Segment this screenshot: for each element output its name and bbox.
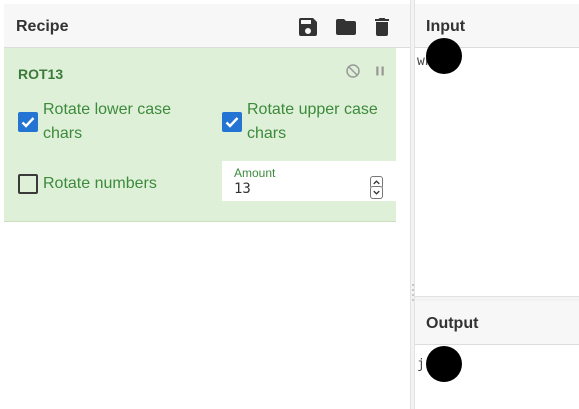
rot13-operation: ROT13 Rotate lower case chars Rotate upp… [4,48,396,222]
rotate-numbers-checkbox[interactable] [18,174,38,194]
save-icon[interactable] [296,15,320,39]
rotate-numbers-label: Rotate numbers [43,175,157,192]
output-header: Output [415,301,579,345]
amount-input[interactable] [234,179,364,199]
output-title: Output [426,315,479,332]
splitter-grip [412,299,414,301]
rotate-lower-label: Rotate lower case chars [43,101,172,142]
splitter-grip [412,284,414,286]
operation-name: ROT13 [18,66,64,82]
amount-label: Amount [234,166,276,180]
recipe-title: Recipe [16,18,69,35]
input-title: Input [426,18,466,35]
rotate-lower-checkbox[interactable] [18,112,38,132]
redaction-mark [426,38,462,74]
amount-field: Amount [222,161,396,201]
trash-icon[interactable] [370,15,394,39]
splitter-grip [412,289,414,291]
pause-icon[interactable] [371,62,389,80]
output-text[interactable]: j [417,357,425,372]
recipe-panel: Recipe ROT13 Rotate lower case chars Rot… [0,0,412,409]
amount-decrement-icon[interactable] [370,186,383,199]
folder-icon[interactable] [334,15,358,39]
recipe-header: Recipe [4,4,412,48]
rotate-upper-label: Rotate upper case chars [247,101,378,142]
rotate-upper-checkbox[interactable] [222,112,242,132]
disable-icon[interactable] [344,62,362,80]
redaction-mark [426,346,462,382]
splitter-grip [412,294,414,296]
io-pane: Input wh Output j [415,0,579,409]
